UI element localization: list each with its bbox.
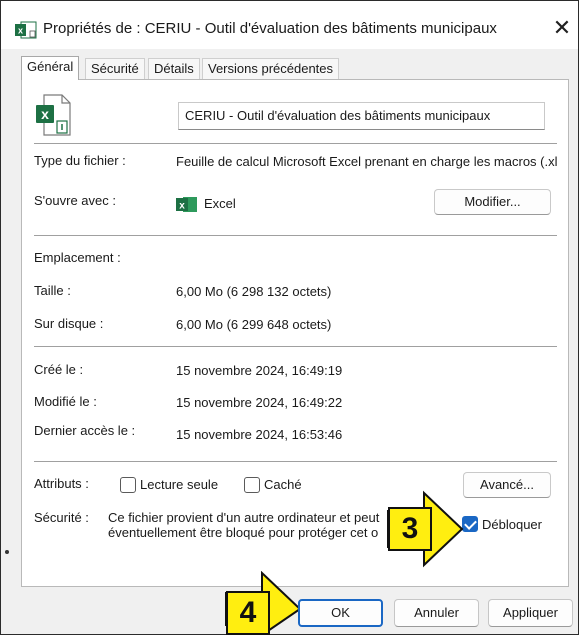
readonly-label[interactable]: Lecture seule [140,477,218,492]
cancel-button[interactable]: Annuler [394,599,479,627]
callout-number: 4 [226,591,270,635]
divider [34,461,557,462]
edge-marker [5,550,9,554]
hidden-label[interactable]: Caché [264,477,302,492]
svg-text:x: x [41,106,49,122]
svg-text:x: x [18,26,23,36]
tab-security[interactable]: Sécurité [85,58,145,80]
properties-dialog: x Propriétés de : CERIU - Outil d'évalua… [0,0,579,635]
tab-details[interactable]: Détails [148,58,200,80]
readonly-checkbox[interactable] [120,477,136,493]
title-bar: x Propriétés de : CERIU - Outil d'évalua… [1,1,578,49]
divider [34,235,557,236]
file-type-value: Feuille de calcul Microsoft Excel prenan… [176,154,558,169]
callout-4: 4 [224,571,304,635]
created-value: 15 novembre 2024, 16:49:19 [176,363,343,378]
window-title: Propriétés de : CERIU - Outil d'évaluati… [43,20,497,37]
advanced-button[interactable]: Avancé... [463,472,551,498]
ok-button[interactable]: OK [298,599,383,627]
callout-3: 3 [386,489,466,569]
excel-app-icon: x [15,21,37,39]
attributes-label: Attributs : [34,476,89,491]
unblock-label[interactable]: Débloquer [482,517,542,532]
divider [34,143,557,144]
location-label: Emplacement : [34,250,121,265]
security-message-line: éventuellement être bloqué pour protéger… [108,525,379,540]
apply-button[interactable]: Appliquer [488,599,573,627]
size-value: 6,00 Mo (6 298 132 octets) [176,284,332,299]
svg-text:x: x [179,201,185,212]
general-panel: x CERIU - Outil d'évaluation des bâtimen… [21,79,569,587]
tab-general[interactable]: Général [21,56,80,80]
file-name-input[interactable]: CERIU - Outil d'évaluation des bâtiments… [178,102,545,130]
opens-with-value: Excel [204,196,236,211]
size-label: Taille : [34,283,71,298]
modified-value: 15 novembre 2024, 16:49:22 [176,395,343,410]
excel-file-icon: x [36,94,71,136]
divider [34,346,557,347]
size-on-disk-value: 6,00 Mo (6 299 648 octets) [176,317,332,332]
modified-label: Modifié le : [34,394,97,409]
excel-app-icon: x [176,197,197,212]
size-on-disk-label: Sur disque : [34,316,104,331]
callout-number: 3 [388,507,432,551]
close-icon[interactable]: ✕ [549,15,575,41]
tab-previous-versions[interactable]: Versions précédentes [202,58,340,80]
security-message: Ce fichier provient d'un autre ordinateu… [108,510,393,540]
created-label: Créé le : [34,362,84,377]
accessed-label: Dernier accès le : [34,423,136,438]
file-type-label: Type du fichier : [34,153,126,168]
security-message-line: Ce fichier provient d'un autre ordinateu… [108,510,380,525]
change-button[interactable]: Modifier... [434,189,551,215]
accessed-value: 15 novembre 2024, 16:53:46 [176,427,343,442]
hidden-checkbox[interactable] [244,477,260,493]
opens-with-label: S'ouvre avec : [34,193,116,208]
security-label: Sécurité : [34,510,89,525]
